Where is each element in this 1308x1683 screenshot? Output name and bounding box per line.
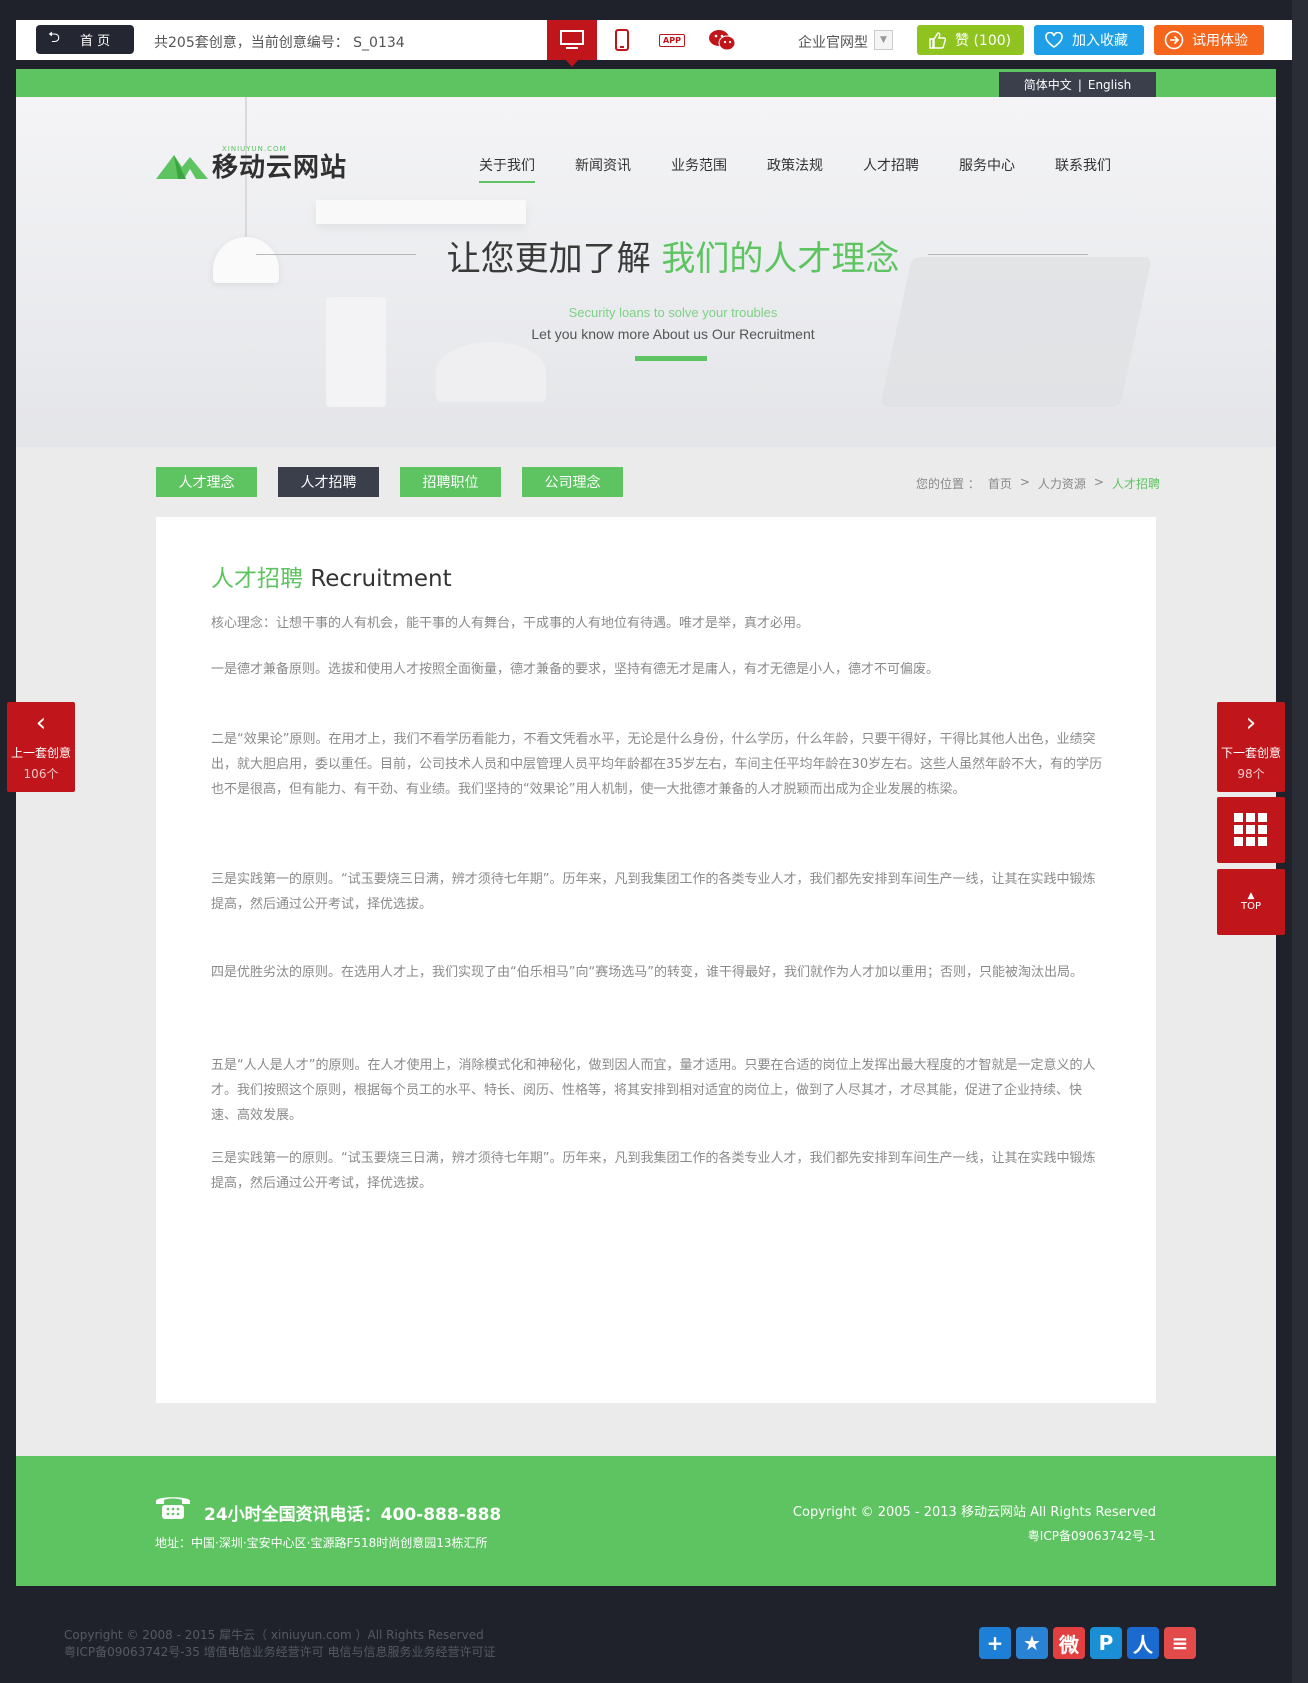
nav-service[interactable]: 服务中心 bbox=[959, 155, 1015, 183]
footer-address: 地址：中国·深圳·宝安中心区·宝源路F518时尚创意园13栋汇所 bbox=[155, 1536, 488, 1550]
lang-chinese[interactable]: 简体中文 bbox=[1018, 76, 1078, 93]
hero-title-highlight: 我们的人才理念 bbox=[661, 239, 900, 279]
chevron-down-icon[interactable]: ▼ bbox=[874, 30, 893, 50]
back-to-top-label: TOP bbox=[1240, 901, 1261, 912]
home-button-label: 首 页 bbox=[80, 34, 111, 49]
site-type-select[interactable]: 企业官网型 bbox=[798, 32, 868, 52]
site-footer: 24小时全国资讯电话：400-888-888 地址：中国·深圳·宝安中心区·宝源… bbox=[16, 1456, 1276, 1586]
breadcrumb-separator: > bbox=[1093, 475, 1104, 489]
favorite-button[interactable]: 加入收藏 bbox=[1034, 25, 1144, 55]
app-icon: APP bbox=[659, 33, 685, 47]
bottom-license-line: 粤ICP备09063742号-35 增值电信业务经营许可 电信与信息服务业务经营… bbox=[64, 1645, 496, 1659]
grid-icon bbox=[1234, 813, 1267, 846]
favorite-button-label: 加入收藏 bbox=[1072, 33, 1128, 49]
paragraph-1: 一是德才兼备原则。选拔和使用人才按照全面衡量，德才兼备的要求，坚持有德无才是庸人… bbox=[211, 662, 940, 677]
breadcrumb-hr[interactable]: 人力资源 bbox=[1038, 475, 1086, 492]
chevron-left-icon: ‹ bbox=[35, 708, 47, 738]
breadcrumb-current: 人才招聘 bbox=[1111, 477, 1160, 491]
prev-idea-button[interactable]: ‹ 上一套创意 106个 bbox=[7, 702, 75, 792]
language-switcher: 简体中文 | English bbox=[999, 72, 1156, 97]
paragraph-2: 二是“效果论”原则。在用才上，我们不看学历看能力，不看文凭看水平，无论是什么身份… bbox=[211, 732, 1103, 797]
subtab-recruitment[interactable]: 人才招聘 bbox=[278, 467, 379, 497]
footer-copyright: Copyright © 2005 - 2013 移动云网站 All Rights… bbox=[792, 1505, 1156, 1520]
nav-recruitment[interactable]: 人才招聘 bbox=[863, 155, 919, 183]
paragraph-6: 三是实践第一的原则。“试玉要烧三日满，辨才须待七年期”。历年来，凡到我集团工作的… bbox=[211, 1151, 1096, 1191]
breadcrumb-home[interactable]: 首页 bbox=[988, 475, 1012, 492]
heart-icon bbox=[1044, 30, 1064, 50]
caret-up-icon: ▲ bbox=[1247, 891, 1255, 901]
hero-subtitle: Let you know more About us Our Recruitme… bbox=[531, 326, 815, 342]
nav-policy[interactable]: 政策法规 bbox=[767, 155, 823, 183]
tablet-view-tab[interactable] bbox=[597, 20, 647, 60]
hero-subtitle-en: Security loans to solve your troubles bbox=[568, 305, 778, 320]
nav-contact[interactable]: 联系我们 bbox=[1055, 155, 1111, 183]
back-arrow-icon: ⮌ bbox=[48, 28, 61, 46]
paragraph-5: 五是“人人是人才”的原则。在人才使用上，消除模式化和神秘化，做到因人而宜，量才适… bbox=[211, 1058, 1096, 1123]
main-nav: 关于我们 新闻资讯 业务范围 政策法规 人才招聘 服务中心 联系我们 bbox=[479, 155, 1151, 183]
page-title-cn: 人才招聘 bbox=[211, 566, 303, 592]
wechat-view-tab[interactable] bbox=[697, 20, 747, 60]
cups-image bbox=[436, 342, 546, 402]
footer-icp[interactable]: 粤ICP备09063742号-1 bbox=[1028, 1527, 1156, 1544]
wechat-icon bbox=[709, 30, 736, 51]
bottom-copyright: Copyright © 2008 - 2015 犀牛云（ xiniuyun.co… bbox=[64, 1627, 495, 1661]
add-share-icon[interactable]: + bbox=[979, 1627, 1011, 1659]
home-button[interactable]: ⮌ 首 页 bbox=[36, 25, 134, 54]
footer-phone: 24小时全国资讯电话：400-888-888 bbox=[204, 1505, 502, 1525]
tencent-weibo-icon[interactable]: P bbox=[1090, 1627, 1122, 1659]
prev-idea-label: 上一套创意 bbox=[10, 746, 71, 760]
tablet-icon bbox=[615, 29, 629, 51]
paragraph-3: 三是实践第一的原则。“试玉要烧三日满，辨才须待七年期”。历年来，凡到我集团工作的… bbox=[211, 872, 1096, 912]
nav-about[interactable]: 关于我们 bbox=[479, 155, 535, 183]
nav-news[interactable]: 新闻资讯 bbox=[575, 155, 631, 183]
next-idea-button[interactable]: › 下一套创意 98个 bbox=[1217, 702, 1285, 792]
subtab-talent-concept[interactable]: 人才理念 bbox=[156, 467, 257, 497]
content-card: 人才招聘 Recruitment 核心理念：让想干事的人有机会，能干事的人有舞台… bbox=[156, 517, 1156, 1403]
logo-subtext: XINIUYUN.COM bbox=[222, 145, 287, 153]
back-to-top-button[interactable]: ▲ TOP bbox=[1217, 869, 1285, 935]
subtab-company-concept[interactable]: 公司理念 bbox=[522, 467, 623, 497]
renren-icon[interactable]: 人 bbox=[1127, 1627, 1159, 1659]
logo-mark-icon bbox=[156, 154, 208, 179]
next-idea-label: 下一套创意 bbox=[1220, 746, 1281, 760]
idea-count-info: 共205套创意，当前创意编号： S_0134 bbox=[154, 35, 405, 51]
breadcrumb: 您的位置 ： 首页 > 人力资源 > 人才招聘 bbox=[916, 475, 1168, 492]
breadcrumb-label: 您的位置 ： bbox=[916, 477, 980, 491]
shelf-image bbox=[316, 200, 526, 224]
qzone-icon[interactable]: ★ bbox=[1016, 1627, 1048, 1659]
page-title: 人才招聘 Recruitment bbox=[211, 559, 452, 593]
scrollbar[interactable] bbox=[1292, 0, 1308, 1683]
paragraph-core: 核心理念：让想干事的人有机会，能干事的人有舞台，干成事的人有地位有待遇。唯才是举… bbox=[211, 616, 810, 631]
like-button-label: 赞 (100) bbox=[955, 33, 1012, 49]
hero-title-prefix: 让您更加了解 bbox=[446, 239, 651, 279]
trial-button-label: 试用体验 bbox=[1192, 33, 1248, 49]
site-preview: 简体中文 | English XINIUYUN.COM 移动云网站 关于我们 新… bbox=[16, 69, 1276, 1586]
nav-business[interactable]: 业务范围 bbox=[671, 155, 727, 183]
page-title-en: Recruitment bbox=[310, 566, 452, 592]
bottom-copyright-line: Copyright © 2008 - 2015 犀牛云（ xiniuyun.co… bbox=[64, 1628, 484, 1642]
next-idea-count: 98个 bbox=[1237, 767, 1265, 781]
demo-toolbar: ⮌ 首 页 共205套创意，当前创意编号： S_0134 APP 企业官网型 ▼… bbox=[16, 20, 1292, 67]
phone-icon bbox=[156, 1497, 190, 1519]
chevron-right-icon: › bbox=[1245, 708, 1257, 738]
hero-title: 让您更加了解 我们的人才理念 bbox=[16, 231, 1276, 280]
like-button[interactable]: 赞 (100) bbox=[917, 25, 1024, 55]
app-view-tab[interactable]: APP bbox=[647, 20, 697, 60]
hero-banner: XINIUYUN.COM 移动云网站 关于我们 新闻资讯 业务范围 政策法规 人… bbox=[16, 97, 1276, 447]
site-logo[interactable]: XINIUYUN.COM 移动云网站 bbox=[156, 145, 347, 184]
hero-accent-bar bbox=[635, 356, 707, 361]
thumbs-up-icon bbox=[927, 30, 947, 50]
desktop-view-tab[interactable] bbox=[547, 20, 597, 67]
grid-menu-button[interactable] bbox=[1217, 797, 1285, 863]
arrow-circle-icon bbox=[1164, 30, 1184, 50]
prev-idea-count: 106个 bbox=[23, 767, 59, 781]
desktop-icon bbox=[560, 30, 584, 49]
lang-english[interactable]: English bbox=[1082, 78, 1137, 92]
subtab-positions[interactable]: 招聘职位 bbox=[400, 467, 501, 497]
weibo-icon[interactable]: 微 bbox=[1053, 1627, 1085, 1659]
breadcrumb-separator: > bbox=[1019, 475, 1030, 489]
trial-button[interactable]: 试用体验 bbox=[1154, 25, 1264, 55]
paragraph-4: 四是优胜劣汰的原则。在选用人才上，我们实现了由“伯乐相马”向“赛场选马”的转变，… bbox=[211, 965, 1083, 980]
more-share-icon[interactable]: ≡ bbox=[1164, 1627, 1196, 1659]
